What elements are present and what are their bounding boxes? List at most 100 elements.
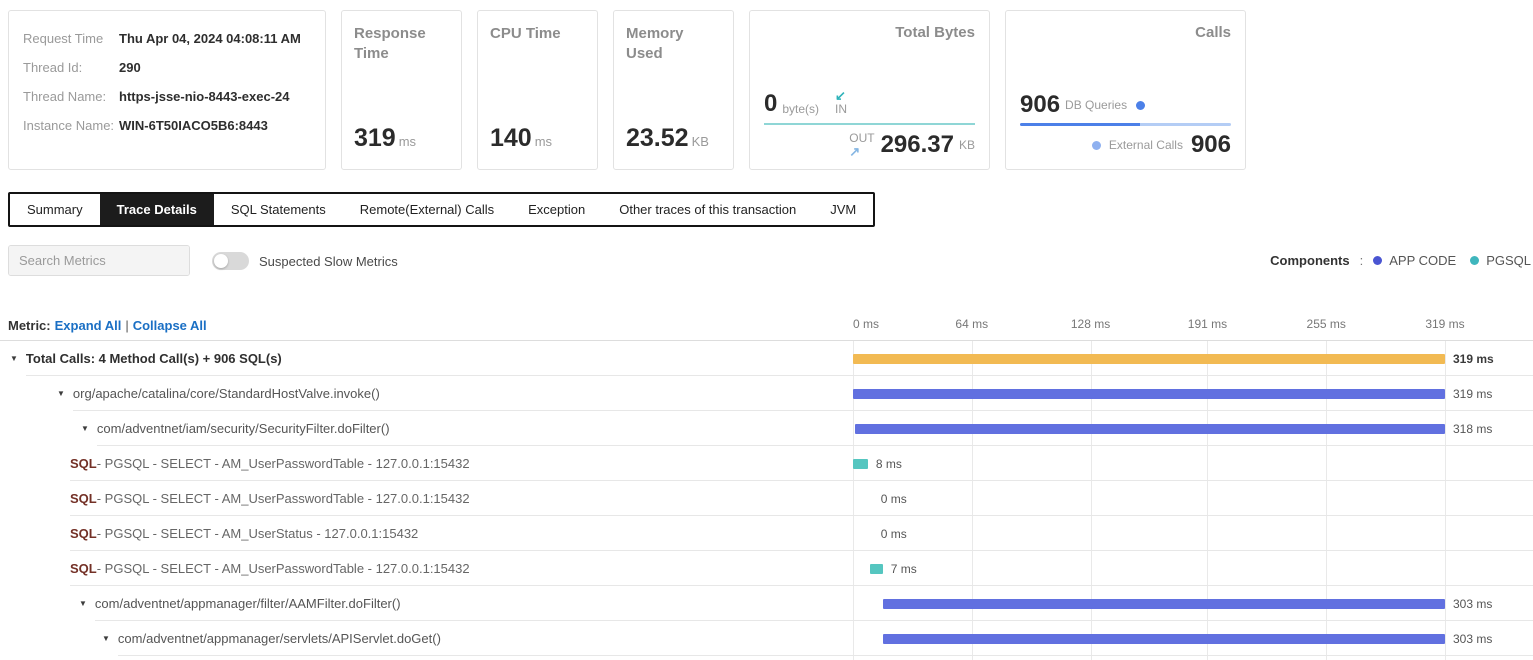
tab-other-traces-of-this-transaction[interactable]: Other traces of this transaction [602,194,813,225]
stat-card-unit: ms [399,134,416,149]
timeline-tick-label: 255 ms [1307,317,1346,331]
sql-tag: SQL [70,526,97,541]
duration-value: 319 ms [1453,352,1494,366]
tab-bar: SummaryTrace DetailsSQL StatementsRemote… [8,192,875,227]
db-queries-row: 906 DB Queries [1020,93,1231,117]
tab-remote-external-calls[interactable]: Remote(External) Calls [343,194,511,225]
stat-card-title: Response Time [354,24,449,65]
bytes-divider [764,123,975,125]
trace-row-text: Total Calls: 4 Method Call(s) + 906 SQL(… [26,351,282,366]
tab-trace-details[interactable]: Trace Details [100,194,214,225]
trace-row[interactable]: ▼ com/adventnet/appmanager/servlets/APIS… [0,621,1533,656]
trace-bar-area: 303 ms [845,621,1533,656]
legend-item-label: PGSQL [1486,253,1531,268]
trace-row-text: - PGSQL - SELECT - AM_UserStatus - 127.0… [97,526,419,541]
suspected-slow-metrics-toggle[interactable] [212,252,249,270]
bytes-in-label: IN [835,102,847,116]
bytes-in-unit: byte(s) [782,102,819,116]
search-box [8,245,190,276]
trace-row-label: ▼ com/adventnet/appmanager/servlets/APIS… [102,621,441,656]
duration-value: 7 ms [891,562,917,576]
trace-row[interactable]: SQL - PGSQL - SELECT - AM_UserPasswordTa… [0,481,1533,516]
timeline-tick-label: 128 ms [1071,317,1110,331]
bytes-out-row: OUT ↗ 296.37 KB [849,131,975,158]
legend-item: APP CODE [1373,253,1456,268]
tab-jvm[interactable]: JVM [813,194,873,225]
trace-row[interactable]: ▼ org/apache/catalina/core/StandardHostV… [0,376,1533,411]
trace-row-label: SQL - PGSQL - SELECT - AM_UserPasswordTa… [70,481,470,516]
tab-summary[interactable]: Summary [10,194,100,225]
trace-row-text: com/adventnet/appmanager/servlets/APISer… [118,631,441,646]
trace-row[interactable]: SQL - PGSQL - SELECT - AM_UserPasswordTa… [0,551,1533,586]
calls-divider [1020,123,1231,126]
trace-bar-area: 0 ms [845,516,1533,551]
stat-card-value-row: 23.52KB [626,124,709,153]
info-value: WIN-6T50IACO5B6:8443 [119,118,311,133]
toggle-knob [214,254,228,268]
search-input[interactable] [9,246,190,275]
metric-links-divider: | [125,318,128,333]
duration-value: 8 ms [876,457,902,471]
db-queries-dot-icon [1136,101,1145,110]
tab-sql-statements[interactable]: SQL Statements [214,194,343,225]
stat-card-title: Memory Used [626,24,721,65]
external-calls-dot-icon [1092,141,1101,150]
timeline-tick-label: 191 ms [1188,317,1227,331]
trace-details-page: Request Time Thu Apr 04, 2024 04:08:11 A… [0,0,1533,660]
info-value: Thu Apr 04, 2024 04:08:11 AM [119,31,311,46]
trace-bar-area: 319 ms [845,341,1533,376]
collapse-caret-icon[interactable]: ▼ [57,389,65,398]
collapse-all-link[interactable]: Collapse All [133,318,207,333]
trace-bar-area: 319 ms [845,376,1533,411]
legend-dot-icon [1470,256,1479,265]
trace-row[interactable]: SQL - PGSQL - SELECT - AM_UserStatus - 1… [0,516,1533,551]
trace-row-label: SQL - PGSQL - SELECT - AM_UserPasswordTa… [70,446,470,481]
legend-item-label: APP CODE [1389,253,1456,268]
bytes-out-unit: KB [959,138,975,152]
trace-row[interactable]: SQL - PGSQL - SELECT - AM_UserPasswordTa… [0,446,1533,481]
trace-row[interactable]: ▼ Total Calls: 4 Method Call(s) + 906 SQ… [0,341,1533,376]
components-legend: Components : APP CODE PGSQL [1270,253,1531,268]
expand-all-link[interactable]: Expand All [55,318,122,333]
trace-bar-area: 303 ms [845,586,1533,621]
bytes-out-value: 296.37 [881,133,954,157]
collapse-caret-icon[interactable]: ▼ [81,424,89,433]
inbound-arrow-icon: ↙ [835,89,846,102]
collapse-caret-icon[interactable]: ▼ [102,634,110,643]
suspected-slow-metrics-label: Suspected Slow Metrics [259,254,398,269]
duration-value: 0 ms [881,492,907,506]
timeline-tick-label: 319 ms [1425,317,1464,331]
sql-tag: SQL [70,491,97,506]
trace-row-label: ▼ org/apache/catalina/core/StandardHostV… [57,376,380,411]
info-label: Thread Name: [23,89,119,104]
metric-label: Metric: [8,318,51,333]
row-separator [118,655,1533,656]
trace-row-label: SQL - PGSQL - SELECT - AM_UserPasswordTa… [70,551,470,586]
db-queries-value: 906 [1020,93,1060,117]
info-value: 290 [119,60,311,75]
trace-row[interactable]: ▼ com/adventnet/appmanager/filter/AAMFil… [0,586,1533,621]
trace-row[interactable]: ▼ com/adventnet/iam/security/SecurityFil… [0,411,1533,446]
total-bytes-title: Total Bytes [764,24,975,41]
trace-row-label: ▼ Total Calls: 4 Method Call(s) + 906 SQ… [10,341,282,376]
collapse-caret-icon[interactable]: ▼ [79,599,87,608]
duration-value: 303 ms [1453,632,1492,646]
duration-bar [883,634,1445,644]
duration-bar [853,354,1445,364]
info-label: Request Time [23,31,119,46]
trace-row-text: - PGSQL - SELECT - AM_UserPasswordTable … [97,456,470,471]
duration-value: 0 ms [881,527,907,541]
summary-cards-row: Request Time Thu Apr 04, 2024 04:08:11 A… [8,10,1246,170]
trace-tree: ▼ Total Calls: 4 Method Call(s) + 906 SQ… [0,341,1533,660]
trace-bar-area: 7 ms [845,551,1533,586]
collapse-caret-icon[interactable]: ▼ [10,354,18,363]
components-legend-title: Components [1270,253,1349,268]
bytes-out-group: OUT ↗ [849,131,874,158]
info-label: Thread Id: [23,60,119,75]
stat-card-value-row: 319ms [354,124,416,153]
tab-exception[interactable]: Exception [511,194,602,225]
external-calls-value: 906 [1191,133,1231,157]
bytes-in-row: 0 byte(s) ↙ IN [764,89,975,116]
outbound-arrow-icon: ↗ [849,145,860,158]
calls-title: Calls [1020,24,1231,41]
